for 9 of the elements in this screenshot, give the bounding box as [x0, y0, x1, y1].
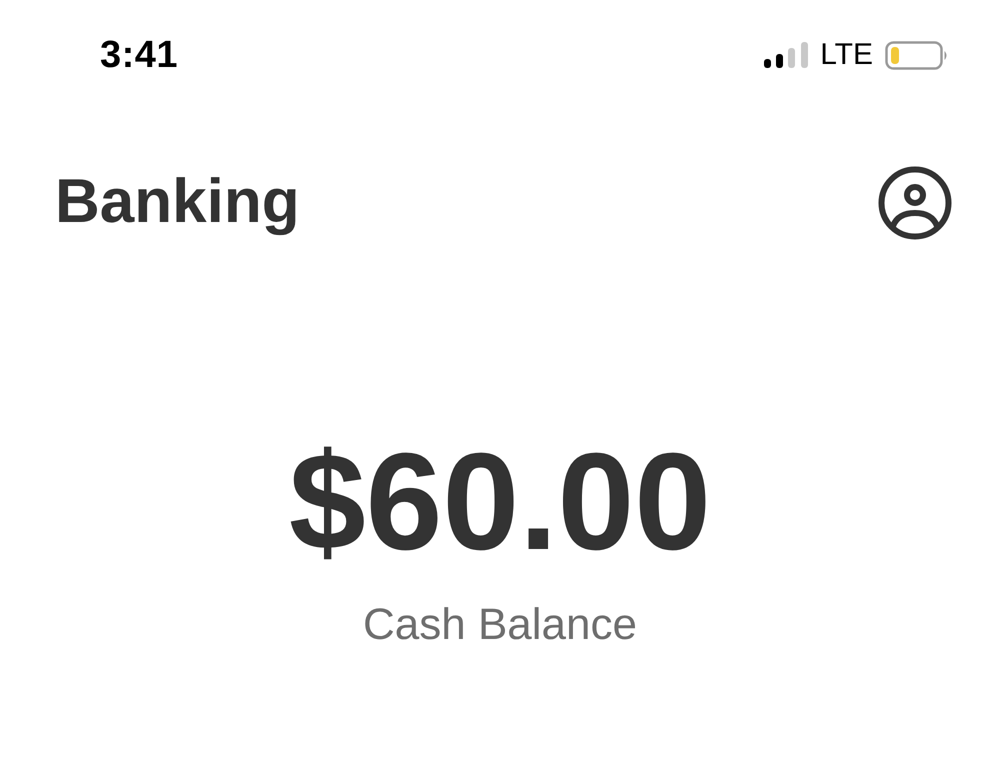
person-circle-icon — [878, 166, 952, 240]
network-type: LTE — [820, 40, 873, 70]
balance-amount: $60.00 — [288, 433, 712, 571]
balance-label: Cash Balance — [363, 603, 637, 647]
page-title: Banking — [55, 168, 300, 237]
status-time: 3:41 — [100, 34, 178, 76]
battery-icon — [885, 40, 949, 70]
profile-button[interactable] — [877, 164, 953, 240]
signal-bars-icon — [764, 42, 808, 68]
